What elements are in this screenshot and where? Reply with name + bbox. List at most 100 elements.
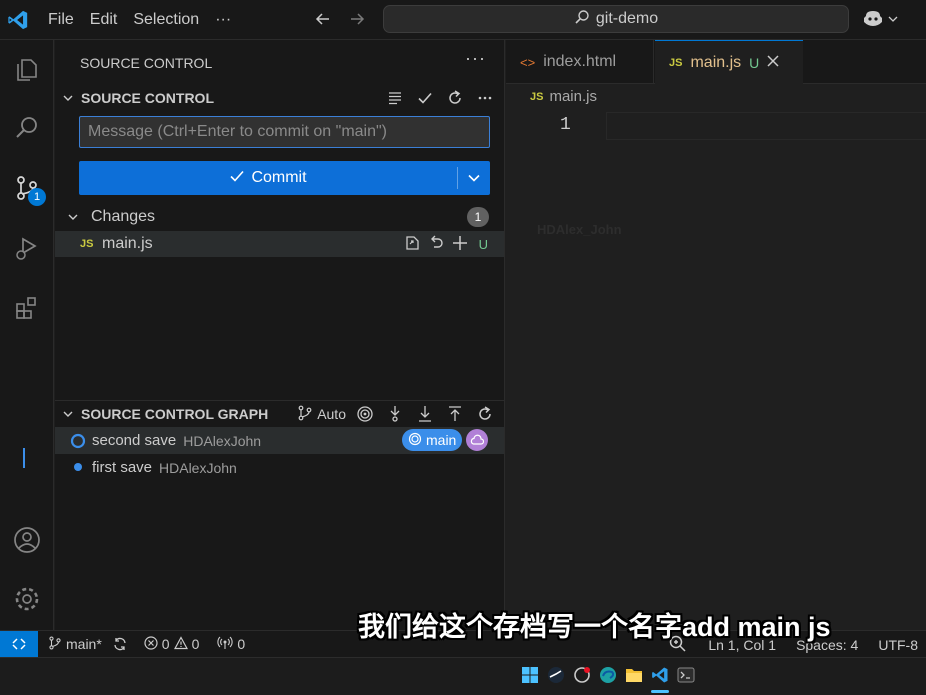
copilot-menu[interactable] [862,8,898,31]
accounts-icon[interactable] [8,521,46,559]
chevron-down-icon [55,211,91,223]
branch-badge: main [402,429,463,451]
graph-section-header[interactable]: SOURCE CONTROL GRAPH Auto [55,400,504,426]
branch-icon [48,636,62,653]
target-icon [408,432,422,449]
menu-more[interactable]: ··· [207,0,239,40]
chevron-down-icon [55,92,81,104]
current-line-highlight[interactable] [606,112,926,140]
view-as-tree-icon[interactable] [384,87,406,109]
refresh-icon[interactable] [444,87,466,109]
commit-button-label: Commit [251,169,307,186]
scm-actions [384,85,496,111]
steam-icon[interactable] [546,665,566,685]
changes-label: Changes [91,208,156,225]
js-file-icon: JS [669,56,683,69]
tab-index-html[interactable]: <> index.html [506,40,654,84]
activity-bar: 1 [0,40,54,630]
encoding[interactable]: UTF-8 [878,637,918,653]
sidebar-title: SOURCE CONTROL [80,55,213,71]
changes-count-badge: 1 [467,207,489,227]
push-icon[interactable] [444,403,466,425]
changed-file-row[interactable]: JS main.js U [55,231,504,257]
scm-count-badge: 1 [28,188,46,206]
forward-arrow-icon[interactable] [346,8,368,30]
error-icon [144,635,158,653]
source-control-icon[interactable]: 1 [8,169,46,207]
search-icon [574,9,590,30]
scm-section-label: SOURCE CONTROL [81,90,214,106]
back-arrow-icon[interactable] [312,8,334,30]
fetch-icon[interactable] [384,403,406,425]
os-taskbar [0,657,926,695]
terminal-icon[interactable] [676,665,696,685]
edge-icon[interactable] [598,665,618,685]
remote-indicator-icon[interactable] [0,630,38,658]
js-file-icon: JS [530,90,544,103]
commit-button-group: Commit [79,161,490,195]
navigation-arrows [312,8,368,30]
scm-section-header[interactable]: SOURCE CONTROL [55,85,504,111]
breadcrumb-file: main.js [549,88,597,105]
app-icon[interactable] [572,665,592,685]
command-center-search[interactable]: git-demo [383,5,849,33]
breadcrumb[interactable]: JS main.js [530,88,597,105]
commit-check-icon[interactable] [414,87,436,109]
open-file-icon[interactable] [403,234,421,255]
auto-label: Auto [317,406,346,422]
file-explorer-icon[interactable] [624,665,644,685]
windows-start-icon[interactable] [520,665,540,685]
commit-options-dropdown[interactable] [458,161,490,195]
explorer-icon[interactable] [8,50,46,88]
line-number: 1 [560,115,571,135]
changes-group[interactable]: Changes 1 [55,204,504,230]
stage-changes-icon[interactable] [451,234,469,255]
sidebar-more-button[interactable]: ··· [465,48,486,69]
graph-section-label: SOURCE CONTROL GRAPH [81,405,269,422]
broadcast-icon [217,636,234,653]
graph-auto-filter[interactable]: Auto [297,405,346,424]
ports-status[interactable]: 0 [217,636,245,653]
discard-changes-icon[interactable] [427,234,445,255]
js-file-icon: JS [80,238,94,250]
sync-icon[interactable] [112,636,128,652]
close-tab-icon[interactable] [767,54,779,72]
editor-tabs: <> index.html JS main.js U [506,40,926,84]
warning-count: 0 [191,636,200,652]
vscode-logo-icon [0,0,36,40]
commit-message-input[interactable] [79,116,490,148]
vscode-taskbar-icon[interactable] [650,665,670,685]
remote-cloud-icon [466,429,488,451]
extensions-icon[interactable] [8,289,46,327]
branch-name: main* [66,636,102,652]
commit-node-icon [74,463,82,471]
more-actions-icon[interactable] [474,87,496,109]
branch-status[interactable]: main* [48,636,102,653]
source-control-sidebar: SOURCE CONTROL ··· SOURCE CONTROL Messag… [55,40,505,630]
graph-commit-row[interactable]: second save HDAlexJohn main [55,427,504,454]
tab-main-js[interactable]: JS main.js U [655,40,803,84]
search-view-icon[interactable] [8,109,46,147]
graph-commit-row[interactable]: first save HDAlexJohn [55,454,504,481]
menu-edit[interactable]: Edit [82,0,126,40]
graph-refresh-icon[interactable] [474,403,496,425]
error-count: 0 [161,636,170,652]
commit-message: second save [92,432,177,449]
workspace-name: git-demo [595,10,659,27]
go-to-current-icon[interactable] [354,403,376,425]
problems-status[interactable]: 0 0 [144,635,200,653]
menu-file[interactable]: File [40,0,82,40]
ports-count: 0 [237,636,246,652]
commit-button[interactable]: Commit [79,161,457,195]
untracked-status: U [478,236,488,252]
settings-gear-icon[interactable] [8,580,46,618]
commit-message: first save [92,459,153,476]
branch-name: main [426,432,457,448]
pull-icon[interactable] [414,403,436,425]
tab-untracked-status: U [749,54,760,71]
commit-author: HDAlexJohn [183,432,262,449]
menu-selection[interactable]: Selection [125,0,207,40]
video-subtitle: 我们给这个存档写一个名字add main js [358,612,831,642]
run-debug-icon[interactable] [8,229,46,267]
title-bar: File Edit Selection ··· git-demo [0,0,926,40]
